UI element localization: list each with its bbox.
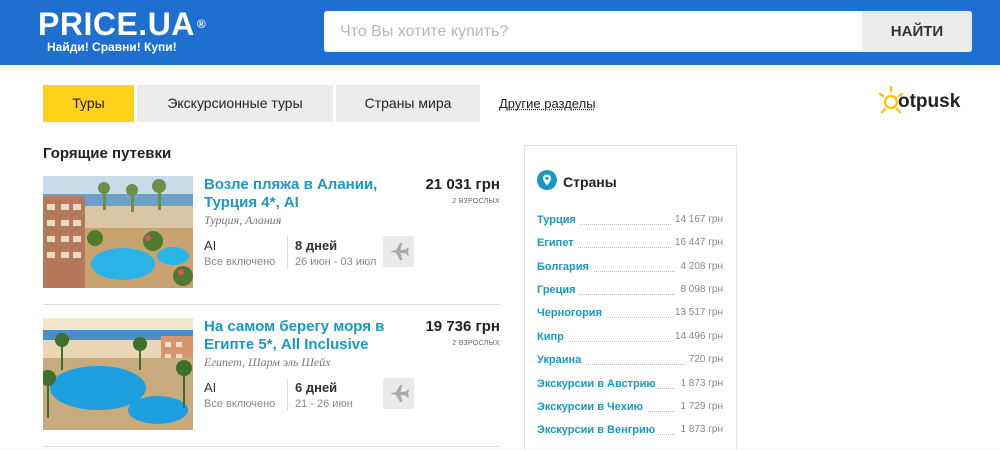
- tour-price: 19 736 грн: [425, 318, 500, 335]
- country-price: 13 517 грн: [670, 307, 723, 318]
- tab-tours[interactable]: Туры: [43, 85, 134, 122]
- search-input[interactable]: [324, 11, 862, 52]
- divider: [43, 304, 500, 305]
- list-item[interactable]: Кипр 14 496 грн: [537, 331, 723, 347]
- tour-location: Египет, Шарм эль Шейх: [204, 355, 331, 369]
- search-button[interactable]: НАЙТИ: [862, 11, 972, 52]
- country-name[interactable]: Экскурсии в Австрию: [537, 378, 655, 390]
- tour-card[interactable]: Возле пляжа в Алании, Турция 4*, AI Турц…: [43, 176, 500, 308]
- list-item[interactable]: Греция 8 098 грн: [537, 284, 723, 300]
- countries-title: Страны: [563, 174, 617, 190]
- top-header: PRICE.UA® Найди! Сравни! Купи! НАЙТИ: [0, 0, 1000, 65]
- tour-meal-description: Все включено: [204, 256, 276, 268]
- country-name[interactable]: Болгария: [537, 261, 593, 273]
- list-item[interactable]: Экскурсии в Австрию 1 873 грн: [537, 378, 723, 394]
- list-item[interactable]: Экскурсии в Чехию 1 729 грн: [537, 401, 723, 417]
- list-item[interactable]: Турция 14 167 грн: [537, 214, 723, 230]
- tour-pax: 2 ВЗРОСЛЫХ: [452, 198, 500, 205]
- plane-icon: [383, 236, 414, 267]
- tour-dates: 26 июн - 03 июл: [295, 256, 377, 268]
- tour-title[interactable]: Возле пляжа в Алании, Турция 4*, AI: [204, 176, 404, 212]
- country-name[interactable]: Экскурсии в Чехию: [537, 401, 647, 413]
- tab-excursion-tours[interactable]: Экскурсионные туры: [137, 85, 333, 122]
- other-sections-link[interactable]: Другие разделы: [499, 96, 596, 111]
- country-name[interactable]: Египет: [537, 237, 578, 249]
- tour-card[interactable]: На самом берегу моря в Египте 5*, All In…: [43, 318, 500, 450]
- tour-meal-description: Все включено: [204, 398, 276, 410]
- country-price: 16 447 грн: [670, 237, 723, 248]
- country-price: 4 208 грн: [676, 261, 723, 272]
- tour-pax: 2 ВЗРОСЛЫХ: [452, 340, 500, 347]
- site-logo[interactable]: PRICE.UA ® Найди! Сравни! Купи!: [38, 8, 206, 54]
- hot-tours-title: Горящие путевки: [43, 145, 172, 162]
- search-bar: НАЙТИ: [324, 11, 972, 52]
- divider: [43, 446, 500, 447]
- otpusk-logo[interactable]: otpusk: [878, 83, 968, 119]
- list-item[interactable]: Болгария 4 208 грн: [537, 261, 723, 277]
- country-price: 720 грн: [684, 354, 723, 365]
- country-name[interactable]: Турция: [537, 214, 580, 226]
- tour-price: 21 031 грн: [425, 176, 500, 193]
- list-item[interactable]: Украина 720 грн: [537, 354, 723, 370]
- divider: [287, 236, 288, 269]
- country-name[interactable]: Черногория: [537, 307, 606, 319]
- country-price: 8 098 грн: [676, 284, 723, 295]
- tour-duration: 8 дней: [295, 238, 338, 253]
- list-item[interactable]: Черногория 13 517 грн: [537, 307, 723, 323]
- country-price: 14 167 грн: [670, 214, 723, 225]
- tour-location: Турция, Алания: [204, 213, 282, 227]
- right-panel: [737, 145, 1000, 449]
- tab-countries[interactable]: Страны мира: [336, 85, 480, 122]
- location-pin-icon: [537, 170, 557, 190]
- tour-photo[interactable]: [43, 318, 193, 430]
- country-price: 1 729 грн: [676, 401, 723, 412]
- list-item[interactable]: Экскурсии в Венгрию 1 873 грн: [537, 424, 723, 440]
- logo-slogan: Найди! Сравни! Купи!: [47, 40, 177, 54]
- country-price: 1 873 грн: [676, 424, 723, 435]
- tour-title[interactable]: На самом берегу моря в Египте 5*, All In…: [204, 318, 404, 354]
- country-name[interactable]: Украина: [537, 354, 586, 366]
- tour-meal: AI: [204, 380, 217, 395]
- tour-dates: 21 - 26 июн: [295, 398, 353, 410]
- tour-photo[interactable]: [43, 176, 193, 288]
- plane-icon: [383, 378, 414, 409]
- main-content: Туры Экскурсионные туры Страны мира Друг…: [0, 65, 1000, 449]
- divider: [287, 378, 288, 411]
- country-price: 14 496 грн: [670, 331, 723, 342]
- country-name[interactable]: Экскурсии в Венгрию: [537, 424, 655, 436]
- logo-brand: PRICE.UA ®: [38, 6, 207, 42]
- countries-panel: Страны Турция 14 167 грн Египет 16 447 грн…: [524, 145, 737, 449]
- country-name[interactable]: Кипр: [537, 331, 568, 343]
- list-item[interactable]: Египет 16 447 грн: [537, 237, 723, 253]
- country-price: 1 873 грн: [676, 378, 723, 389]
- country-name[interactable]: Греция: [537, 284, 580, 296]
- tour-meal: AI: [204, 238, 217, 253]
- otpusk-logo-text: otpusk: [898, 91, 961, 112]
- tour-duration: 6 дней: [295, 380, 338, 395]
